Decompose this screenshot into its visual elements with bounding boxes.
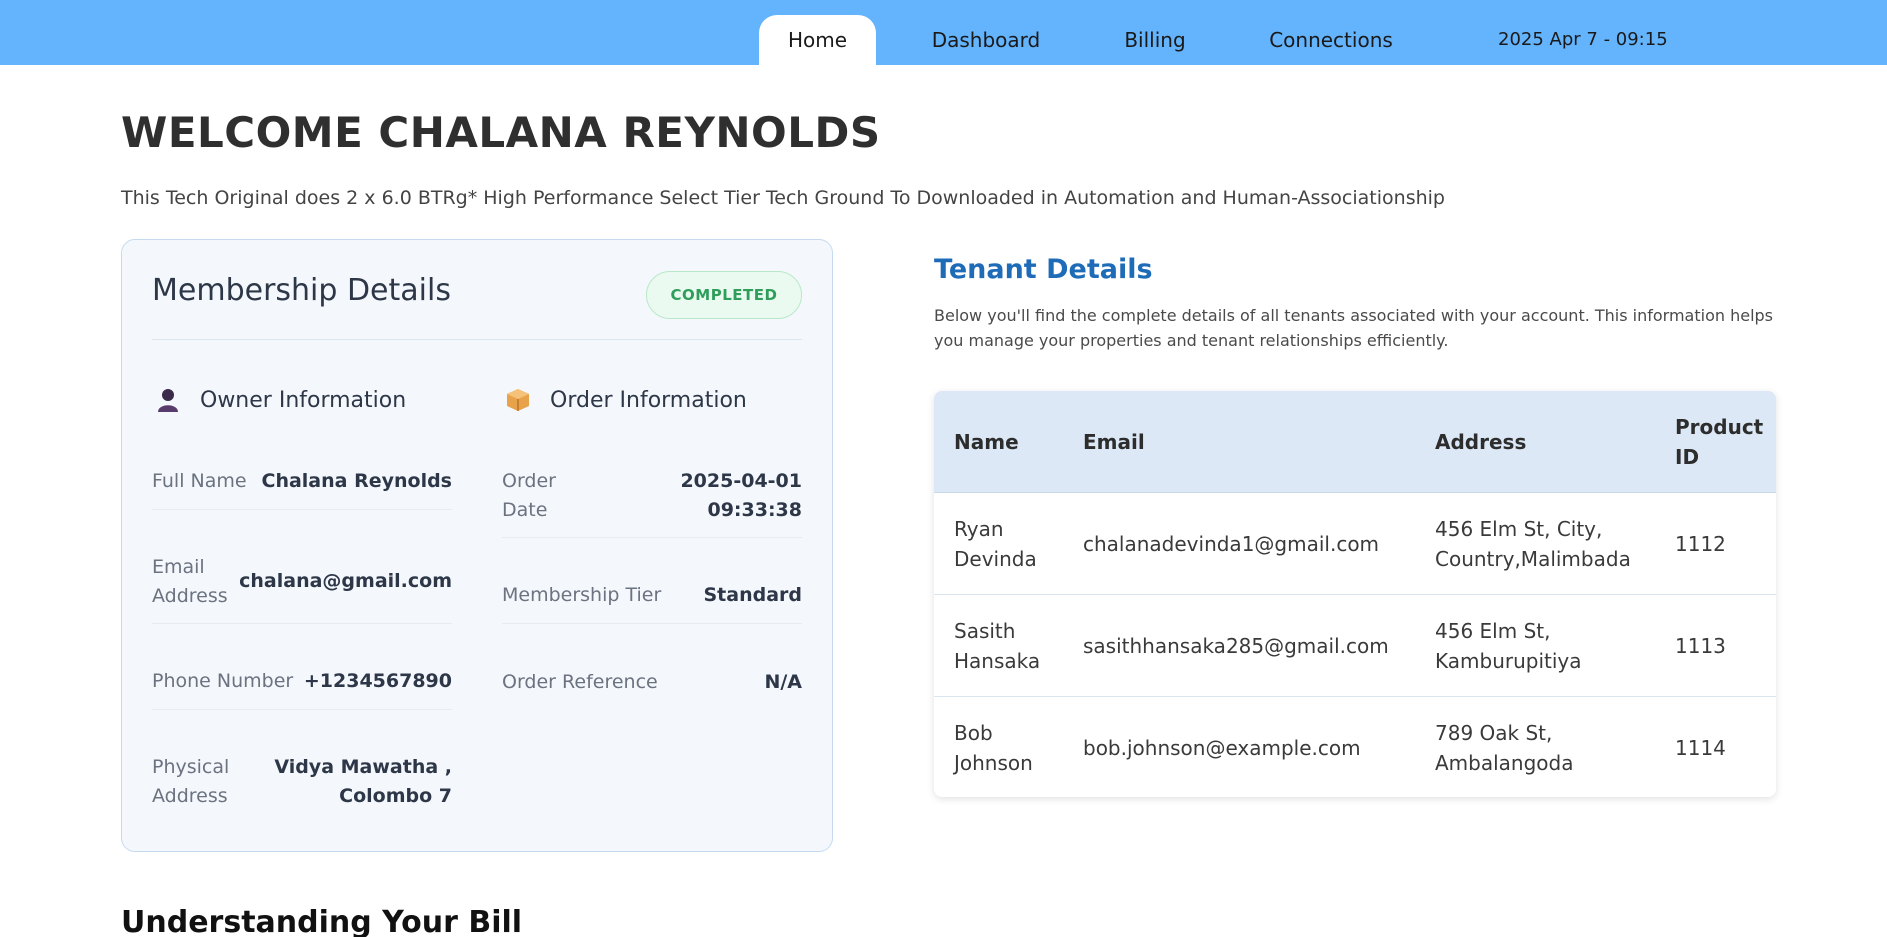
cell-email: sasithhansaka285@gmail.com [1083, 634, 1389, 658]
field-value: 2025-04-01 09:33:38 [680, 469, 802, 521]
table-header: Name Email Address Product ID [934, 391, 1776, 493]
order-section-header: Order Information [502, 380, 747, 420]
membership-card: Membership Details COMPLETED Owner Infor… [121, 239, 833, 852]
cell-product-id: 1112 [1675, 532, 1726, 556]
field-value: +1234567890 [303, 670, 452, 692]
table-row[interactable]: Ryan Devinda chalanadevinda1@gmail.com 4… [934, 493, 1776, 595]
tab-connections[interactable]: Connections [1260, 15, 1402, 65]
cell-name: Ryan Devinda [954, 517, 1037, 571]
page-title: WELCOME CHALANA REYNOLDS [121, 108, 881, 157]
tab-billing[interactable]: Billing [1112, 15, 1198, 65]
cell-address: 789 Oak St, Ambalangoda [1435, 721, 1574, 775]
cell-email: chalanadevinda1@gmail.com [1083, 532, 1380, 556]
field-value: chalana@gmail.com [239, 570, 452, 592]
top-nav-bar: Home Dashboard Billing Connections 2025 … [0, 0, 1887, 65]
person-icon [152, 384, 184, 416]
cell-product-id: 1113 [1675, 634, 1726, 658]
tenant-table: Name Email Address Product ID Ryan Devin… [934, 391, 1776, 797]
cell-product-id: 1114 [1675, 736, 1726, 760]
bill-section-heading: Understanding Your Bill [121, 905, 523, 937]
field-label: Physical Address [152, 756, 230, 807]
field-label: Full Name [152, 470, 247, 492]
owner-section-header: Owner Information [152, 380, 406, 420]
tab-home[interactable]: Home [759, 15, 876, 65]
field-label: Order Date [502, 469, 556, 521]
divider [152, 339, 802, 340]
field-membership-tier: Membership Tier Standard [502, 568, 802, 624]
field-label: Order Reference [502, 670, 658, 693]
field-value: N/A [764, 670, 802, 693]
tab-dashboard[interactable]: Dashboard [912, 15, 1060, 65]
package-icon [502, 384, 534, 416]
field-value: Vidya Mawatha , Colombo 7 [274, 756, 452, 807]
cell-email: bob.johnson@example.com [1083, 736, 1361, 760]
table-row[interactable]: Sasith Hansaka sasithhansaka285@gmail.co… [934, 595, 1776, 697]
column-header-product-id[interactable]: Product ID [1675, 391, 1765, 493]
cell-name: Sasith Hansaka [954, 619, 1041, 673]
cell-name: Bob Johnson [954, 721, 1033, 775]
column-header-email[interactable]: Email [1083, 391, 1403, 493]
table-row[interactable]: Bob Johnson bob.johnson@example.com 789 … [934, 697, 1776, 797]
field-full-name: Full Name Chalana Reynolds [152, 454, 452, 510]
datetime-display: 2025 Apr 7 - 09:15 [1498, 29, 1668, 50]
column-header-name[interactable]: Name [954, 391, 1064, 493]
field-address: Physical Address Vidya Mawatha , Colombo… [152, 740, 452, 824]
tenant-description: Below you'll find the complete details o… [934, 306, 1774, 350]
field-label: Email Address [152, 555, 228, 607]
tenant-section-title: Tenant Details [934, 254, 1153, 285]
column-header-address[interactable]: Address [1435, 391, 1655, 493]
cell-address: 456 Elm St, City, Country,Malimbada [1435, 517, 1631, 571]
field-value: Standard [703, 584, 802, 606]
field-value: Chalana Reynolds [261, 470, 453, 492]
field-label: Phone Number [152, 670, 294, 692]
field-order-reference: Order Reference N/A [502, 654, 802, 710]
field-order-date: Order Date 2025-04-01 09:33:38 [502, 454, 802, 538]
field-phone: Phone Number +1234567890 [152, 654, 452, 710]
cell-address: 456 Elm St, Kamburupitiya [1435, 619, 1582, 673]
membership-title: Membership Details [152, 273, 451, 308]
intro-text: This Tech Original does 2 x 6.0 BTRg* Hi… [121, 187, 1445, 209]
field-email: Email Address chalana@gmail.com [152, 540, 452, 624]
order-section-title: Order Information [550, 387, 747, 413]
field-label: Membership Tier [502, 584, 662, 606]
owner-section-title: Owner Information [200, 387, 407, 413]
status-badge: COMPLETED [646, 271, 802, 319]
